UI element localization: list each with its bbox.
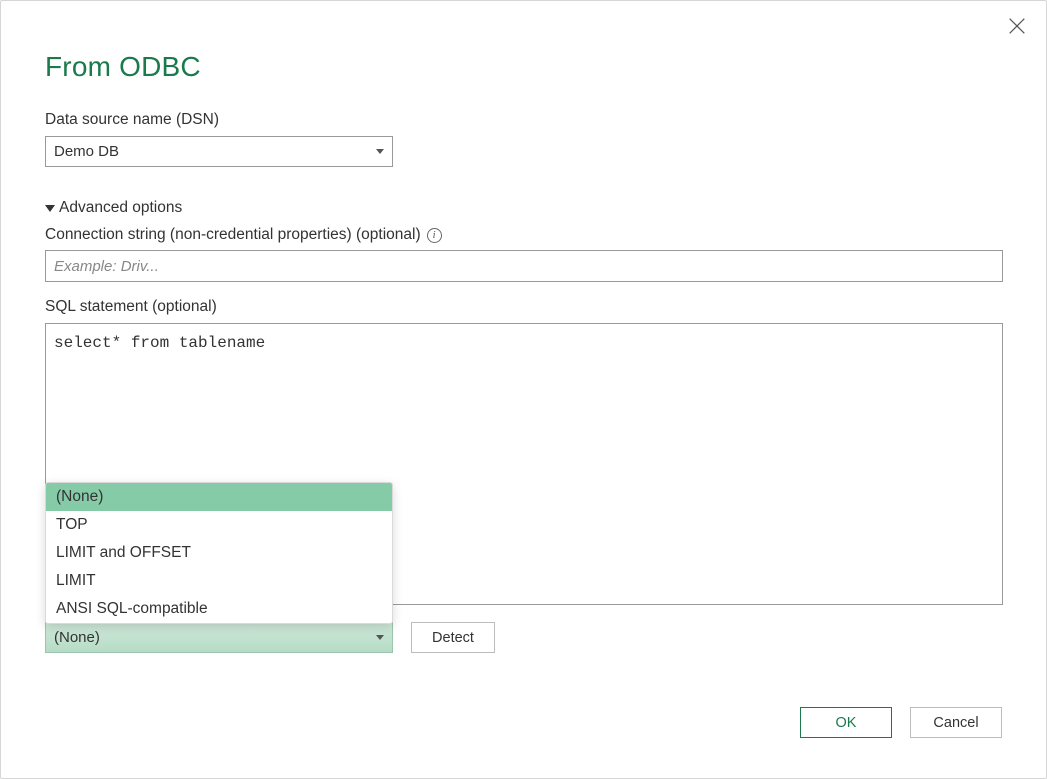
dialog-footer: OK Cancel [800, 707, 1002, 738]
detect-button[interactable]: Detect [411, 622, 495, 653]
ok-button[interactable]: OK [800, 707, 892, 738]
clause-row: (None) TOP LIMIT and OFFSET LIMIT ANSI S… [45, 622, 1002, 653]
dsn-label: Data source name (DSN) [45, 111, 1002, 129]
dialog-content: From ODBC Data source name (DSN) Demo DB… [1, 1, 1046, 653]
close-button[interactable] [1006, 15, 1028, 37]
clause-option-top[interactable]: TOP [46, 511, 392, 539]
dsn-dropdown[interactable]: Demo DB [45, 136, 393, 167]
connection-string-input[interactable] [45, 250, 1003, 282]
connection-string-label: Connection string (non-credential proper… [45, 226, 421, 244]
clause-dropdown-wrap: (None) TOP LIMIT and OFFSET LIMIT ANSI S… [45, 622, 393, 653]
dsn-value: Demo DB [54, 143, 119, 160]
clause-dropdown-popup: (None) TOP LIMIT and OFFSET LIMIT ANSI S… [45, 482, 393, 624]
dialog-title: From ODBC [45, 51, 1002, 83]
clause-value: (None) [54, 629, 100, 646]
advanced-options-label: Advanced options [59, 199, 182, 217]
clause-option-limit[interactable]: LIMIT [46, 567, 392, 595]
clause-option-ansi[interactable]: ANSI SQL-compatible [46, 595, 392, 623]
from-odbc-dialog: From ODBC Data source name (DSN) Demo DB… [0, 0, 1047, 779]
advanced-options-toggle[interactable]: Advanced options [45, 199, 1002, 217]
info-icon[interactable]: i [427, 228, 442, 243]
cancel-button[interactable]: Cancel [910, 707, 1002, 738]
connection-string-label-row: Connection string (non-credential proper… [45, 226, 1002, 244]
chevron-down-icon [376, 149, 384, 154]
clause-option-none[interactable]: (None) [46, 483, 392, 511]
clause-option-limit-offset[interactable]: LIMIT and OFFSET [46, 539, 392, 567]
chevron-down-icon [376, 635, 384, 640]
close-icon [1006, 15, 1028, 37]
sql-statement-label: SQL statement (optional) [45, 298, 1002, 316]
clause-dropdown[interactable]: (None) [45, 622, 393, 653]
triangle-down-icon [45, 205, 55, 212]
